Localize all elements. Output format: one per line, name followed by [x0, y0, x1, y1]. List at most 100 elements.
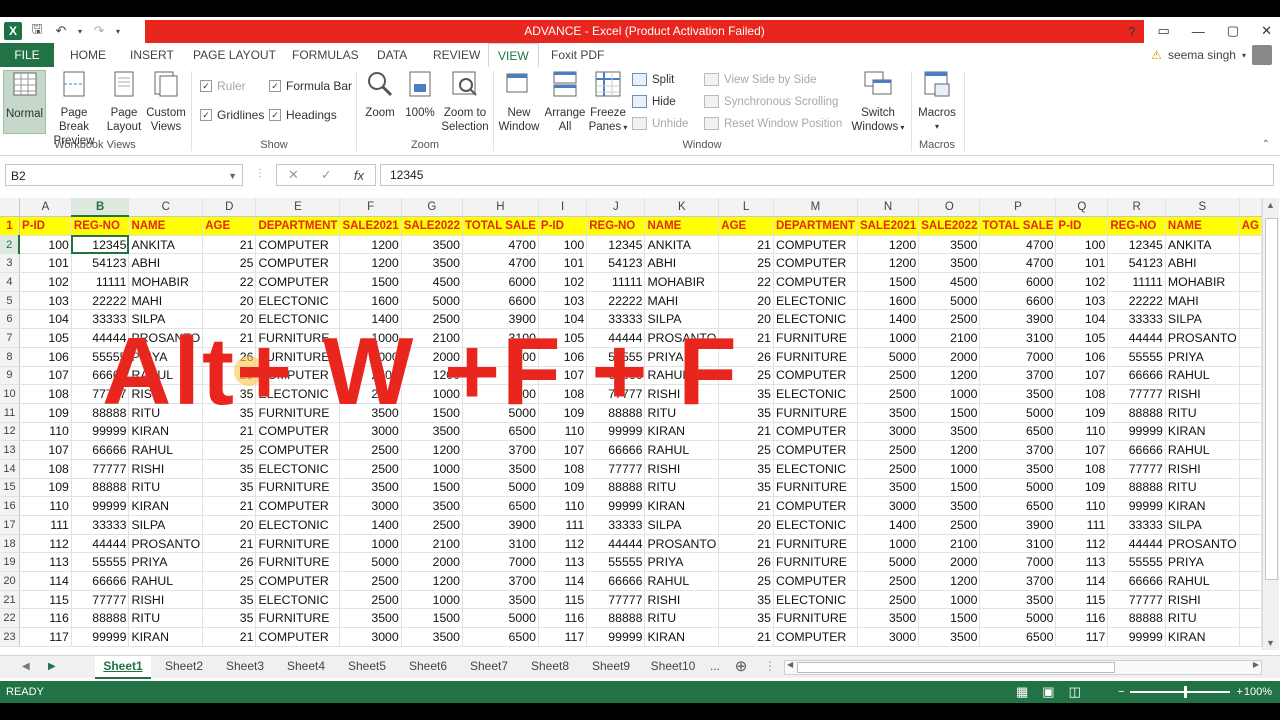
- cell[interactable]: COMPUTER: [773, 440, 858, 460]
- cell[interactable]: 5000: [339, 347, 402, 367]
- chevron-down-icon[interactable]: ▼: [228, 165, 237, 187]
- cell[interactable]: KIRAN: [1165, 422, 1240, 442]
- formula-input[interactable]: 12345: [380, 164, 1274, 186]
- cell[interactable]: 3500: [401, 235, 463, 255]
- cell[interactable]: 1200: [401, 440, 463, 460]
- cell[interactable]: 1400: [857, 515, 920, 535]
- cell[interactable]: RISHI: [644, 590, 720, 610]
- cell[interactable]: 88888: [71, 608, 130, 629]
- cell[interactable]: 2500: [918, 309, 981, 330]
- cell[interactable]: 3500: [918, 627, 981, 647]
- cell[interactable]: COMPUTER: [255, 235, 341, 255]
- cell[interactable]: 5000: [979, 608, 1057, 629]
- select-all-corner[interactable]: [0, 198, 20, 217]
- cell[interactable]: RITU: [128, 478, 204, 498]
- header-cell[interactable]: REG-NO: [586, 216, 646, 236]
- cell[interactable]: [1239, 627, 1262, 647]
- column-header[interactable]: N: [857, 198, 920, 217]
- column-header[interactable]: B: [71, 198, 130, 217]
- cell[interactable]: 21: [202, 328, 257, 348]
- cell[interactable]: KIRAN: [644, 496, 720, 516]
- row-header[interactable]: 19: [0, 552, 20, 573]
- unhide-button[interactable]: Unhide: [632, 117, 688, 130]
- cell[interactable]: 35: [718, 608, 774, 629]
- cell[interactable]: 115: [19, 590, 72, 610]
- cell[interactable]: 100: [1055, 235, 1109, 255]
- cell[interactable]: 6500: [462, 496, 539, 516]
- cell[interactable]: 103: [538, 291, 588, 311]
- cell[interactable]: 21: [718, 235, 774, 255]
- cell[interactable]: RISHI: [644, 384, 720, 404]
- cell[interactable]: 21: [718, 534, 774, 554]
- cell[interactable]: 109: [538, 403, 588, 423]
- cell[interactable]: PROSANTO: [128, 534, 204, 554]
- column-header[interactable]: E: [255, 198, 341, 217]
- arrange-all-button[interactable]: Arrange All: [543, 70, 587, 134]
- cell[interactable]: 108: [19, 459, 72, 479]
- cell[interactable]: RITU: [128, 403, 204, 423]
- cell[interactable]: 2500: [339, 440, 402, 460]
- cell[interactable]: 105: [1055, 328, 1109, 348]
- cell[interactable]: 55555: [586, 347, 646, 367]
- cell[interactable]: 3500: [462, 459, 539, 479]
- cell[interactable]: ELECTONIC: [255, 384, 341, 404]
- cell[interactable]: 35: [718, 478, 774, 498]
- cell[interactable]: 2500: [339, 384, 402, 404]
- cell[interactable]: 1000: [401, 459, 463, 479]
- ribbon-display-icon[interactable]: ▭: [1158, 23, 1170, 39]
- cell[interactable]: 20: [202, 291, 257, 311]
- cell[interactable]: ELECTONIC: [773, 384, 858, 404]
- prev-sheet-icon[interactable]: ◀: [22, 656, 30, 677]
- column-header[interactable]: F: [339, 198, 402, 217]
- cell[interactable]: SILPA: [128, 515, 204, 535]
- cell[interactable]: 3500: [401, 496, 463, 516]
- cell[interactable]: 20: [718, 291, 774, 311]
- cell[interactable]: 2100: [918, 328, 981, 348]
- cell[interactable]: 35: [718, 384, 774, 404]
- cell[interactable]: PRIYA: [644, 552, 720, 573]
- column-header[interactable]: S: [1165, 198, 1240, 217]
- cell[interactable]: ELECTONIC: [773, 309, 858, 330]
- cell[interactable]: 21: [202, 534, 257, 554]
- cell[interactable]: 3500: [401, 253, 463, 274]
- header-cell[interactable]: DEPARTMENT: [255, 216, 341, 236]
- cell[interactable]: MOHABIR: [644, 272, 720, 292]
- cell[interactable]: [1239, 272, 1262, 292]
- cell[interactable]: RITU: [1165, 478, 1240, 498]
- header-cell[interactable]: SALE2022: [918, 216, 981, 236]
- cell[interactable]: ABHI: [644, 253, 720, 274]
- cell[interactable]: 102: [19, 272, 72, 292]
- cell[interactable]: 99999: [1107, 627, 1166, 647]
- tab-home[interactable]: HOME: [70, 43, 106, 67]
- cell[interactable]: ANKITA: [128, 235, 204, 255]
- cell[interactable]: 66666: [1107, 440, 1166, 460]
- cell[interactable]: 33333: [586, 515, 646, 535]
- cell[interactable]: 66666: [1107, 366, 1166, 386]
- cell[interactable]: [1239, 366, 1262, 386]
- cell[interactable]: PROSANTO: [644, 328, 720, 348]
- cell[interactable]: 3900: [979, 309, 1057, 330]
- cell[interactable]: 99999: [586, 627, 646, 647]
- row-header[interactable]: 12: [0, 422, 20, 442]
- cell[interactable]: 55555: [71, 552, 130, 573]
- row-header[interactable]: 4: [0, 272, 20, 292]
- cell[interactable]: 3500: [979, 459, 1057, 479]
- cell[interactable]: 88888: [1107, 478, 1166, 498]
- cell[interactable]: 106: [1055, 347, 1109, 367]
- cell[interactable]: 77777: [586, 384, 646, 404]
- cell[interactable]: 66666: [586, 440, 646, 460]
- cell[interactable]: 25: [202, 571, 257, 591]
- cell[interactable]: RAHUL: [644, 440, 720, 460]
- cell[interactable]: [1239, 608, 1262, 629]
- cell[interactable]: 113: [538, 552, 588, 573]
- cell[interactable]: 2500: [339, 459, 402, 479]
- column-header[interactable]: R: [1107, 198, 1166, 217]
- row-header[interactable]: 9: [0, 366, 20, 386]
- cell[interactable]: 3500: [918, 235, 981, 255]
- cell[interactable]: COMPUTER: [255, 496, 341, 516]
- cell[interactable]: 3000: [857, 627, 920, 647]
- cell[interactable]: 44444: [586, 328, 646, 348]
- cell[interactable]: [1239, 253, 1262, 274]
- column-header[interactable]: L: [718, 198, 774, 217]
- cell[interactable]: 99999: [71, 627, 130, 647]
